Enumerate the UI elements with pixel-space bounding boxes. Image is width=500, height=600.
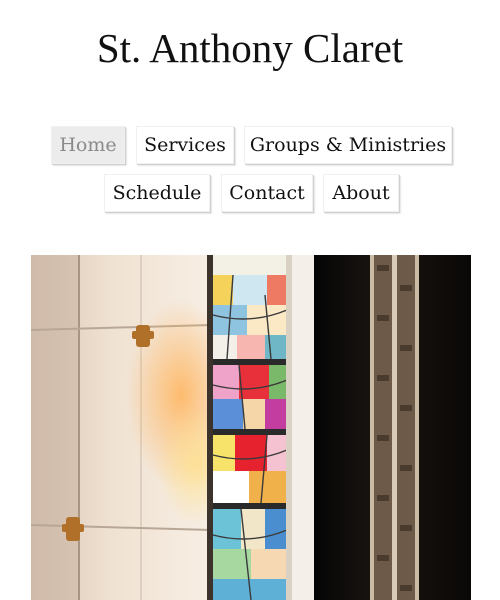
hero-image bbox=[31, 255, 471, 600]
stained-glass-photo bbox=[31, 255, 471, 600]
nav-contact[interactable]: Contact bbox=[221, 174, 313, 212]
nav-services[interactable]: Services bbox=[136, 126, 234, 164]
nav-about[interactable]: About bbox=[323, 174, 399, 212]
nav-groups-ministries[interactable]: Groups & Ministries bbox=[244, 126, 452, 164]
site-title: St. Anthony Claret bbox=[96, 25, 404, 71]
nav-home[interactable]: Home bbox=[51, 126, 125, 164]
nav-schedule[interactable]: Schedule bbox=[104, 174, 210, 212]
